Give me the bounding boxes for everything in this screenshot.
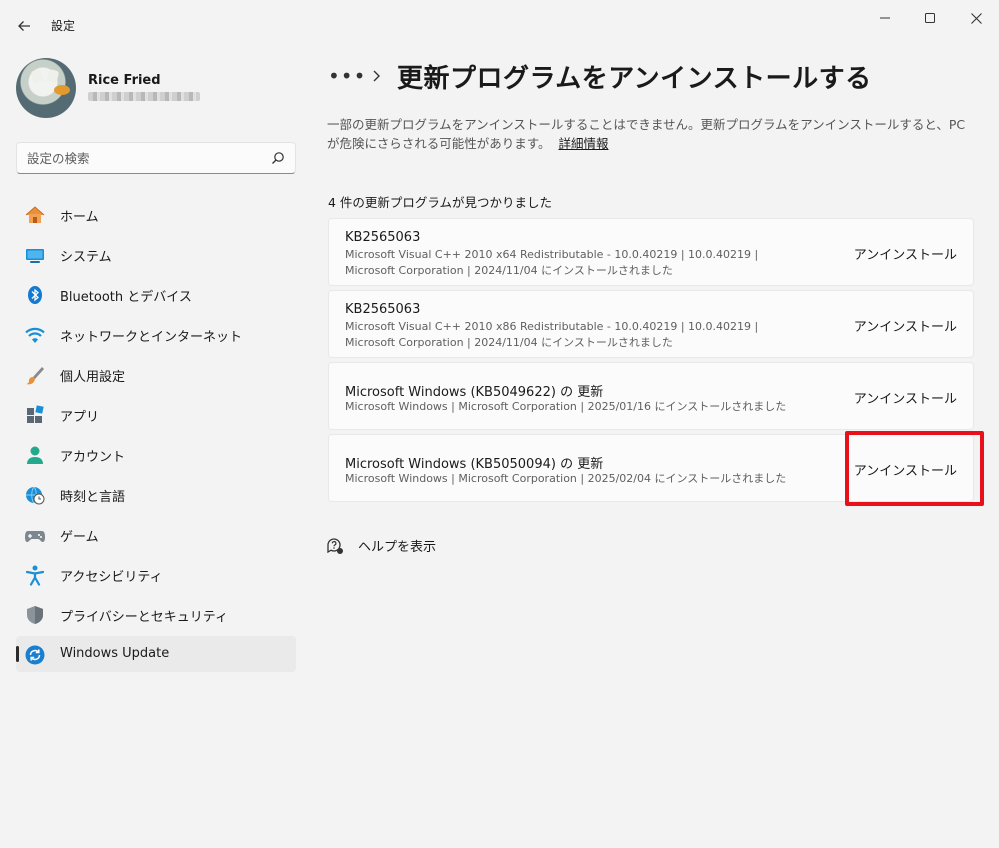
update-count-label: 4 件の更新プログラムが見つかりました	[328, 195, 553, 210]
sidebar-item-system[interactable]: システム	[16, 236, 296, 272]
update-title: KB2565063	[345, 230, 421, 245]
update-item: KB2565063 Microsoft Visual C++ 2010 x64 …	[328, 218, 974, 286]
avatar	[16, 58, 76, 118]
gamepad-icon	[24, 524, 46, 546]
settings-search[interactable]	[16, 142, 296, 174]
sidebar-item-personalization[interactable]: 個人用設定	[16, 356, 296, 392]
title-bar: 設定	[0, 0, 999, 48]
breadcrumb-more-button[interactable]: •••	[328, 66, 365, 86]
chevron-right-icon	[372, 67, 381, 86]
sidebar-item-accounts[interactable]: アカウント	[16, 436, 296, 472]
back-button[interactable]	[10, 12, 38, 40]
description-text: 一部の更新プログラムをアンインストールすることはできません。更新プログラムをアン…	[327, 117, 966, 151]
details-link[interactable]: 詳細情報	[558, 136, 608, 151]
sidebar-item-home[interactable]: ホーム	[16, 196, 296, 232]
close-icon	[970, 12, 982, 24]
sidebar-item-accessibility[interactable]: アクセシビリティ	[16, 556, 296, 592]
brush-icon	[24, 364, 46, 386]
sidebar-item-time-language[interactable]: 時刻と言語	[16, 476, 296, 512]
update-icon	[24, 644, 46, 666]
minimize-icon	[880, 17, 890, 19]
help-link[interactable]: ヘルプを表示	[326, 536, 436, 555]
update-meta: Microsoft Visual C++ 2010 x86 Redistribu…	[345, 320, 759, 333]
search-icon[interactable]	[271, 151, 285, 165]
sidebar-item-gaming[interactable]: ゲーム	[16, 516, 296, 552]
maximize-button[interactable]	[907, 4, 953, 32]
update-item: KB2565063 Microsoft Visual C++ 2010 x86 …	[328, 290, 974, 358]
bluetooth-icon	[24, 284, 46, 306]
uninstall-button[interactable]: アンインストール	[854, 243, 957, 263]
apps-icon	[24, 404, 46, 426]
breadcrumb: ••• 更新プログラムをアンインストールする	[328, 58, 872, 94]
app-title: 設定	[51, 19, 76, 33]
sidebar-item-apps[interactable]: アプリ	[16, 396, 296, 432]
sidebar-nav: ホーム システム Bluetooth とデバイス ネットワークとインターネット …	[16, 196, 296, 676]
globe-clock-icon	[24, 484, 46, 506]
update-meta: Microsoft Visual C++ 2010 x64 Redistribu…	[345, 248, 759, 261]
help-icon	[327, 537, 343, 554]
uninstall-button[interactable]: アンインストール	[854, 315, 957, 335]
description: 一部の更新プログラムをアンインストールすることはできません。更新プログラムをアン…	[327, 115, 977, 153]
home-icon	[24, 204, 46, 226]
profile-name: Rice Fried	[88, 73, 161, 88]
uninstall-button[interactable]: アンインストール	[854, 387, 957, 407]
update-meta: Microsoft Windows | Microsoft Corporatio…	[345, 400, 787, 413]
accessibility-icon	[24, 564, 46, 586]
sidebar-item-network[interactable]: ネットワークとインターネット	[16, 316, 296, 352]
update-meta: Microsoft Windows | Microsoft Corporatio…	[345, 472, 787, 485]
account-icon	[24, 444, 46, 466]
update-title: Microsoft Windows (KB5050094) の 更新	[345, 457, 604, 472]
system-icon	[24, 244, 46, 266]
profile-email-redacted: redacted-email	[88, 92, 200, 101]
update-meta: Microsoft Corporation | 2024/11/04 にインスト…	[345, 336, 673, 349]
help-label: ヘルプを表示	[358, 540, 437, 555]
update-meta: Microsoft Corporation | 2024/11/04 にインスト…	[345, 264, 673, 277]
wifi-icon	[24, 324, 46, 346]
shield-icon	[24, 604, 46, 626]
page-title: 更新プログラムをアンインストールする	[397, 63, 872, 94]
update-item: Microsoft Windows (KB5049622) の 更新 Micro…	[328, 362, 974, 430]
search-input[interactable]	[27, 149, 257, 167]
update-item: Microsoft Windows (KB5050094) の 更新 Micro…	[328, 434, 974, 502]
update-title: KB2565063	[345, 302, 421, 317]
minimize-button[interactable]	[862, 4, 908, 32]
sidebar-item-privacy[interactable]: プライバシーとセキュリティ	[16, 596, 296, 632]
selection-indicator	[16, 646, 19, 662]
uninstall-button[interactable]: アンインストール	[854, 459, 957, 479]
user-profile[interactable]: Rice Fried redacted-email	[16, 58, 296, 120]
sidebar-item-bluetooth[interactable]: Bluetooth とデバイス	[16, 276, 296, 312]
maximize-icon	[925, 13, 935, 23]
back-arrow-icon	[18, 21, 30, 31]
sidebar-item-windows-update[interactable]: Windows Update	[16, 636, 296, 672]
close-button[interactable]	[953, 4, 999, 32]
update-title: Microsoft Windows (KB5049622) の 更新	[345, 385, 604, 400]
